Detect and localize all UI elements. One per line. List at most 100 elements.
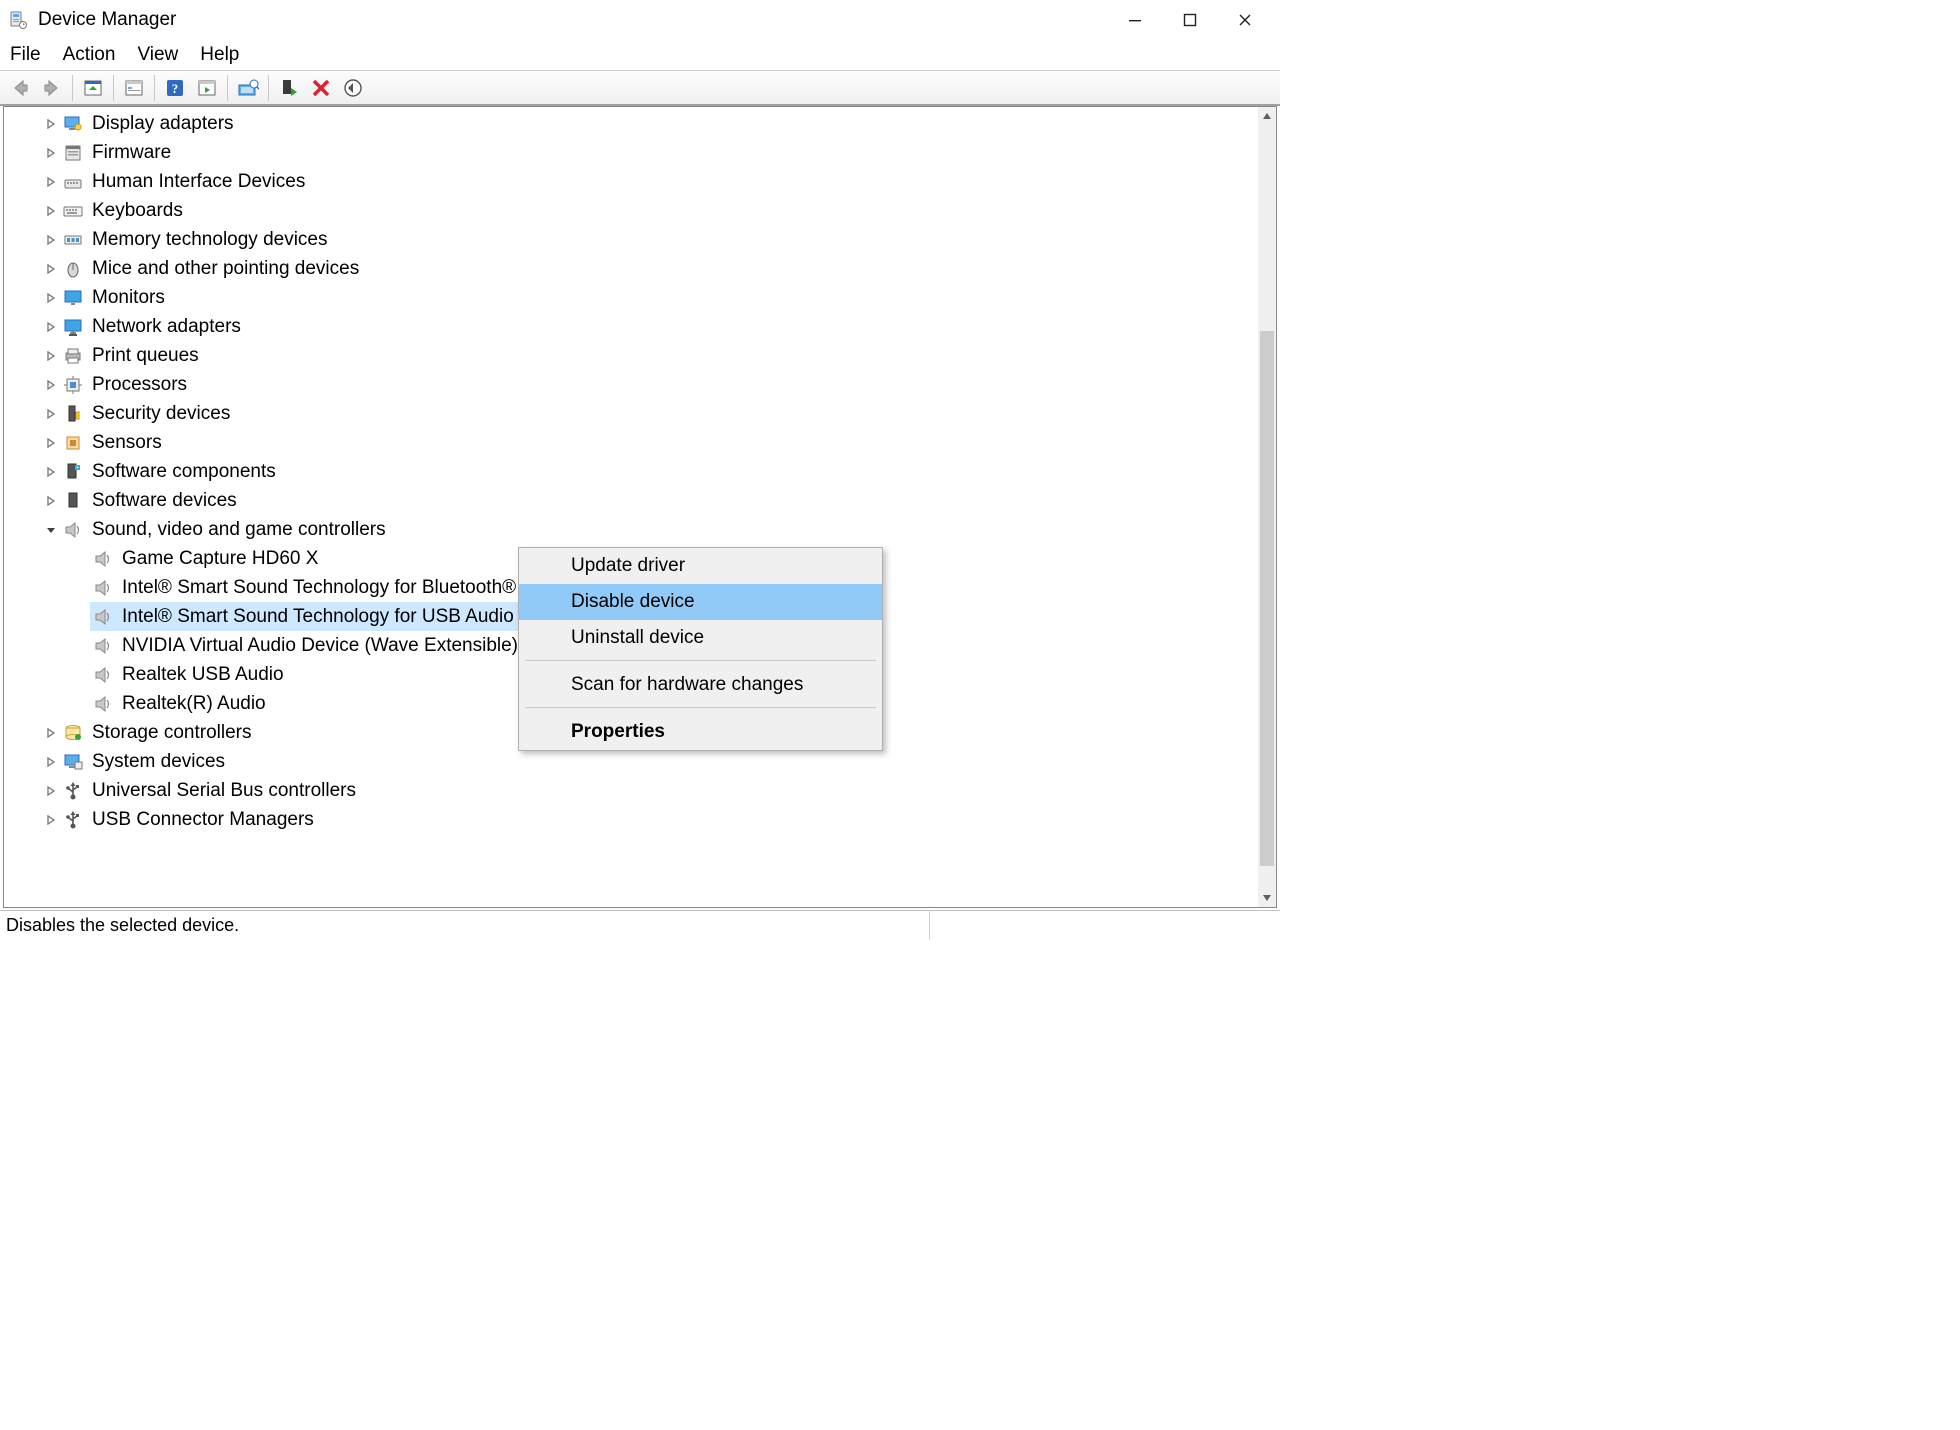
scan-hardware-button[interactable] <box>339 74 367 102</box>
category-label: Print queues <box>92 345 199 367</box>
uninstall-button[interactable] <box>307 74 335 102</box>
scroll-thumb[interactable] <box>1260 331 1274 866</box>
system-icon <box>62 751 84 773</box>
chevron-right-icon[interactable] <box>44 119 58 129</box>
category-row[interactable]: Memory technology devices <box>4 225 1276 254</box>
category-row[interactable]: System devices <box>4 747 1276 776</box>
chevron-right-icon[interactable] <box>44 148 58 158</box>
context-menu-item[interactable]: Scan for hardware changes <box>519 667 882 703</box>
usb-icon <box>62 809 84 831</box>
category-row[interactable]: Security devices <box>4 399 1276 428</box>
category-label: Software components <box>92 461 276 483</box>
category-label: Display adapters <box>92 113 234 135</box>
chevron-right-icon[interactable] <box>44 235 58 245</box>
minimize-button[interactable] <box>1107 4 1162 36</box>
title-bar: Device Manager <box>0 0 1280 40</box>
chevron-right-icon[interactable] <box>44 815 58 825</box>
category-row[interactable]: Sound, video and game controllers <box>4 515 1276 544</box>
storage-icon <box>62 722 84 744</box>
chevron-right-icon[interactable] <box>44 786 58 796</box>
menu-view[interactable]: View <box>137 44 178 66</box>
context-menu-item[interactable]: Update driver <box>519 548 882 584</box>
context-menu-item-label: Update driver <box>571 555 685 577</box>
device-label: Intel® Smart Sound Technology for USB Au… <box>122 606 514 628</box>
category-row[interactable]: Human Interface Devices <box>4 167 1276 196</box>
device-label: Realtek USB Audio <box>122 664 284 686</box>
category-row[interactable]: Sensors <box>4 428 1276 457</box>
action-pane-button[interactable] <box>193 74 221 102</box>
category-row[interactable]: Print queues <box>4 341 1276 370</box>
menu-file[interactable]: File <box>10 44 41 66</box>
toolbar-separator <box>227 75 228 101</box>
category-row[interactable]: USB Connector Managers <box>4 805 1276 834</box>
category-row[interactable]: Network adapters <box>4 312 1276 341</box>
firmware-icon <box>62 142 84 164</box>
forward-button[interactable] <box>38 74 66 102</box>
category-row[interactable]: Display adapters <box>4 109 1276 138</box>
chevron-right-icon[interactable] <box>44 438 58 448</box>
category-row[interactable]: Universal Serial Bus controllers <box>4 776 1276 805</box>
category-label: Sound, video and game controllers <box>92 519 386 541</box>
category-label: Storage controllers <box>92 722 251 744</box>
display-adapter-icon <box>62 113 84 135</box>
svg-text:?: ? <box>172 81 179 96</box>
context-menu-separator <box>525 707 876 708</box>
chevron-right-icon[interactable] <box>44 293 58 303</box>
scroll-up-button[interactable] <box>1258 107 1276 125</box>
category-label: Universal Serial Bus controllers <box>92 780 356 802</box>
category-row[interactable]: Firmware <box>4 138 1276 167</box>
sound-icon <box>92 577 114 599</box>
device-tree-pane: Display adapters FirmwareHuman Interface … <box>3 106 1277 908</box>
category-row[interactable]: Mice and other pointing devices <box>4 254 1276 283</box>
chevron-right-icon[interactable] <box>44 351 58 361</box>
chevron-right-icon[interactable] <box>44 380 58 390</box>
category-label: Memory technology devices <box>92 229 328 251</box>
chevron-right-icon[interactable] <box>44 322 58 332</box>
sensor-icon <box>62 432 84 454</box>
category-label: Keyboards <box>92 200 183 222</box>
show-hidden-button[interactable] <box>234 74 262 102</box>
sound-icon <box>92 635 114 657</box>
category-row[interactable]: Software devices <box>4 486 1276 515</box>
status-bar: Disables the selected device. <box>0 910 1280 940</box>
back-button[interactable] <box>6 74 34 102</box>
menu-action[interactable]: Action <box>63 44 116 66</box>
sound-icon <box>92 548 114 570</box>
category-label: Sensors <box>92 432 162 454</box>
menu-help[interactable]: Help <box>200 44 239 66</box>
help-button[interactable]: ? <box>161 74 189 102</box>
chevron-right-icon[interactable] <box>44 467 58 477</box>
chevron-right-icon[interactable] <box>44 264 58 274</box>
sound-icon <box>92 664 114 686</box>
category-label: Mice and other pointing devices <box>92 258 359 280</box>
context-menu-item-label: Disable device <box>571 591 695 613</box>
update-driver-button[interactable] <box>275 74 303 102</box>
sound-icon <box>92 606 114 628</box>
security-icon <box>62 403 84 425</box>
close-button[interactable] <box>1217 4 1272 36</box>
chevron-right-icon[interactable] <box>44 206 58 216</box>
show-tree-button[interactable] <box>79 74 107 102</box>
hid-icon <box>62 171 84 193</box>
context-menu-item[interactable]: Disable device <box>519 584 882 620</box>
maximize-button[interactable] <box>1162 4 1217 36</box>
properties-sheet-button[interactable] <box>120 74 148 102</box>
chevron-down-icon[interactable] <box>44 525 58 535</box>
chevron-right-icon[interactable] <box>44 409 58 419</box>
category-row[interactable]: +Software components <box>4 457 1276 486</box>
chevron-right-icon[interactable] <box>44 728 58 738</box>
chevron-right-icon[interactable] <box>44 496 58 506</box>
monitor-icon <box>62 287 84 309</box>
device-label: Realtek(R) Audio <box>122 693 266 715</box>
scroll-down-button[interactable] <box>1258 889 1276 907</box>
category-row[interactable]: Monitors <box>4 283 1276 312</box>
chevron-right-icon[interactable] <box>44 177 58 187</box>
vertical-scrollbar[interactable] <box>1258 107 1276 907</box>
category-row[interactable]: Keyboards <box>4 196 1276 225</box>
context-menu-item[interactable]: Uninstall device <box>519 620 882 656</box>
context-menu-item[interactable]: Properties <box>519 714 882 750</box>
menu-bar: File Action View Help <box>0 40 1280 70</box>
toolbar: ? <box>0 70 1280 106</box>
category-row[interactable]: Processors <box>4 370 1276 399</box>
chevron-right-icon[interactable] <box>44 757 58 767</box>
